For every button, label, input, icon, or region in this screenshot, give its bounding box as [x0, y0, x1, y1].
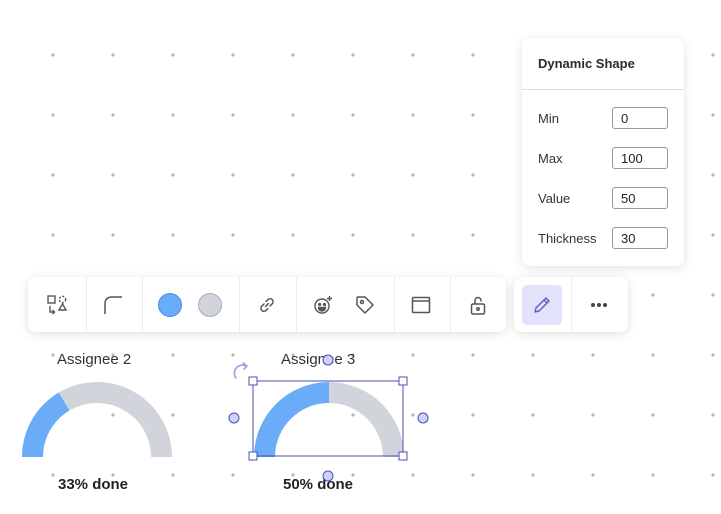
rotate-handle-icon[interactable]: [233, 362, 249, 379]
connector-handle[interactable]: [322, 354, 334, 366]
resize-handle[interactable]: [248, 451, 258, 461]
resize-handle[interactable]: [248, 376, 258, 386]
selection-box: [252, 380, 404, 457]
selection-overlay: [228, 354, 429, 482]
resize-handle[interactable]: [398, 376, 408, 386]
resize-handle[interactable]: [398, 451, 408, 461]
connector-handle[interactable]: [322, 470, 334, 482]
connector-handle[interactable]: [417, 412, 429, 424]
connector-handle[interactable]: [228, 412, 240, 424]
